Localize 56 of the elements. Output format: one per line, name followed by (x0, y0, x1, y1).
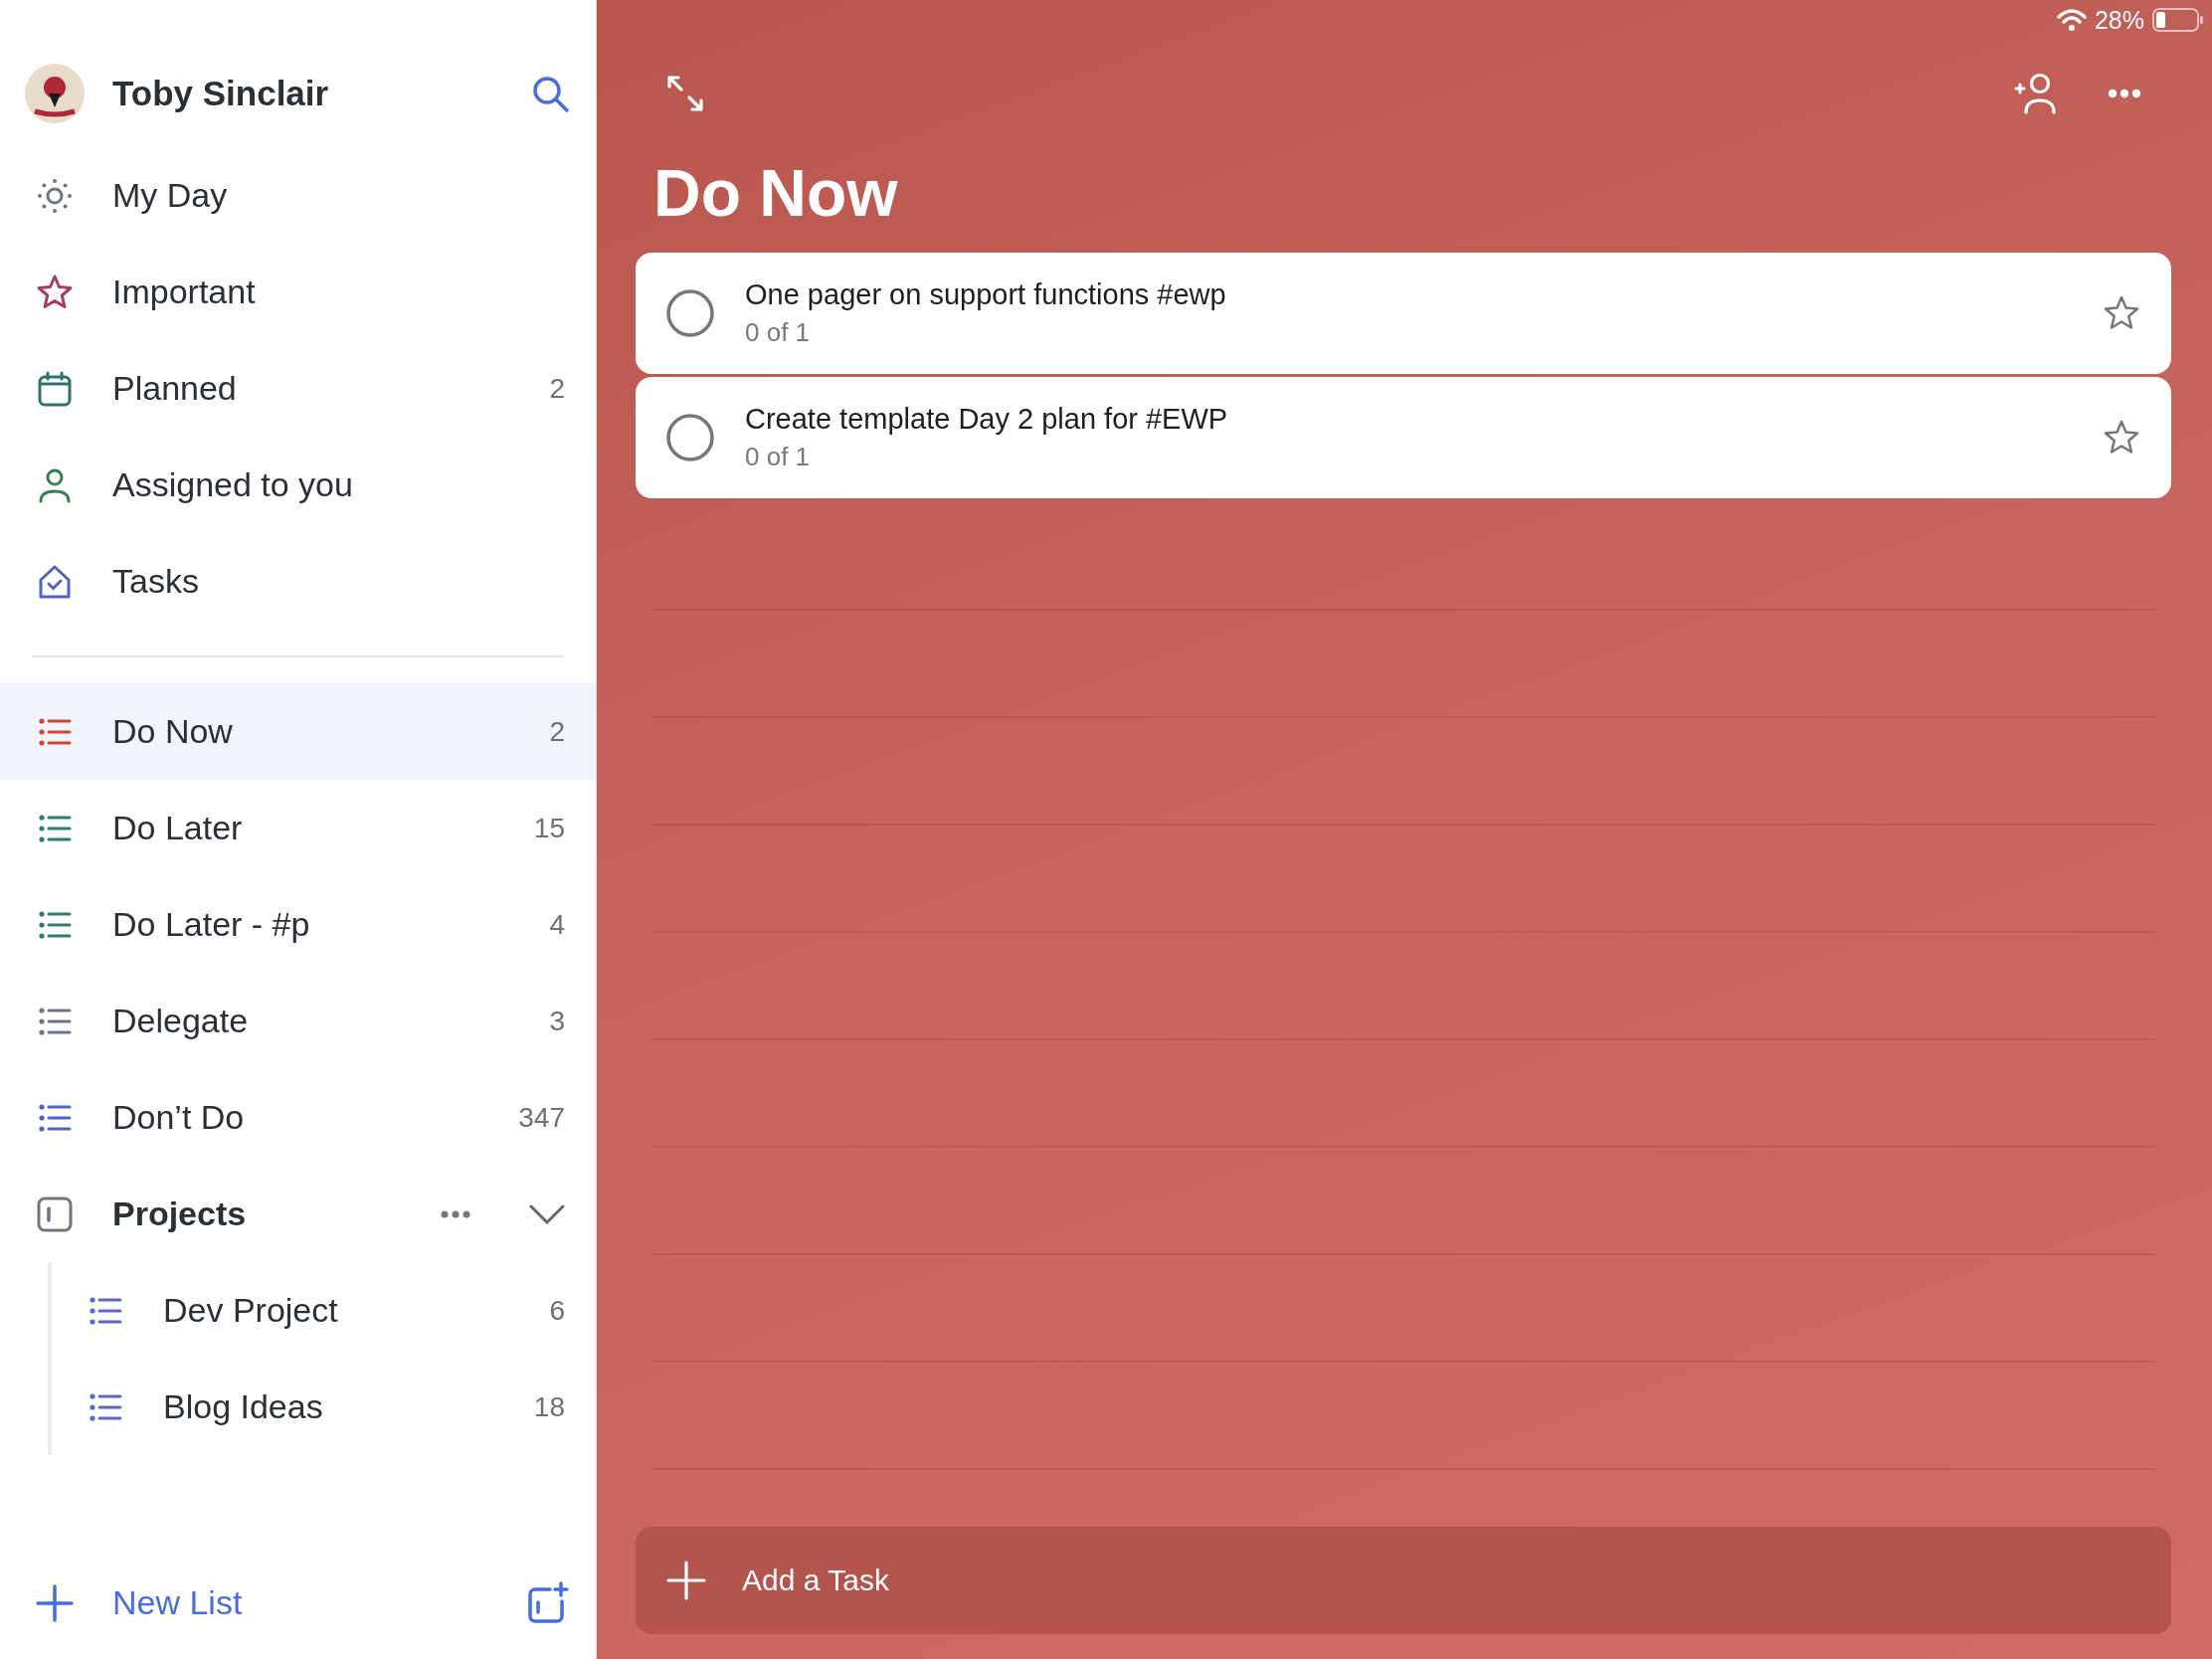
task-count: 6 (549, 1294, 565, 1327)
add-task-field[interactable]: Add a Task (636, 1527, 2171, 1634)
task-count: 18 (533, 1390, 565, 1423)
list-name: Do Later - #p (112, 905, 311, 944)
wifi-icon (2056, 8, 2087, 32)
complete-checkbox[interactable] (665, 413, 715, 462)
plus-icon[interactable] (35, 1582, 75, 1623)
list-item[interactable]: Blog Ideas 18 (52, 1359, 596, 1455)
nav-item[interactable]: Assigned to you (0, 437, 596, 533)
list-name: Do Now (112, 712, 234, 751)
add-person-icon[interactable] (2014, 73, 2058, 114)
list-name: Blog Ideas (163, 1387, 324, 1426)
nav-item[interactable]: Important (0, 244, 596, 340)
list-name: Planned (112, 369, 238, 408)
task-count: 15 (533, 812, 565, 844)
list-name: Do Later (112, 809, 244, 847)
task-count: 2 (549, 715, 565, 748)
search-icon[interactable] (530, 74, 570, 113)
task-title: Create template Day 2 plan for #EWP (745, 403, 1229, 436)
list-item[interactable]: Do Later - #p 4 (0, 876, 596, 973)
task-count: 3 (549, 1005, 565, 1037)
list-name: Important (112, 273, 257, 311)
task-title: One pager on support functions #ewp (745, 278, 1227, 311)
list-name: Dev Project (163, 1291, 339, 1330)
list-item[interactable]: Do Later 15 (0, 780, 596, 876)
expand-icon[interactable] (665, 74, 705, 113)
battery-percentage: 28% (2094, 5, 2144, 35)
avatar[interactable] (25, 64, 85, 123)
nav-item[interactable]: Tasks (0, 533, 596, 630)
chevron-down-icon[interactable] (529, 1202, 565, 1225)
list-name: Don’t Do (112, 1098, 246, 1137)
battery-icon (2152, 7, 2204, 33)
task-card[interactable]: One pager on support functions #ewp 0 of 1 (636, 253, 2171, 374)
subtask-count: 0 of 1 (745, 442, 812, 472)
list-item[interactable]: Delegate 3 (0, 973, 596, 1069)
list-item[interactable]: Don’t Do 347 (0, 1069, 596, 1166)
nav-item[interactable]: My Day (0, 147, 596, 244)
task-count: 2 (549, 372, 565, 405)
task-input[interactable]: Add a Task (742, 1564, 2141, 1597)
group-name[interactable]: Projects (112, 1195, 402, 1233)
list-name: My Day (112, 176, 229, 215)
list-item[interactable]: Do Now 2 (0, 683, 596, 780)
complete-checkbox[interactable] (665, 288, 715, 338)
list-item[interactable]: Dev Project 6 (52, 1262, 596, 1359)
list-name: Delegate (112, 1002, 250, 1040)
list-name: Assigned to you (112, 465, 354, 504)
nav-item[interactable]: Planned 2 (0, 340, 596, 437)
user-name[interactable]: Toby Sinclair (112, 74, 502, 113)
list-title: Do Now (652, 155, 899, 232)
task-count: 4 (549, 908, 565, 941)
more-icon[interactable] (2108, 88, 2141, 99)
task-card[interactable]: Create template Day 2 plan for #EWP 0 of 1 (636, 377, 2171, 498)
new-list-link[interactable]: New List (112, 1583, 486, 1622)
task-count: 347 (518, 1101, 565, 1134)
list-name: Tasks (112, 562, 200, 601)
subtask-count: 0 of 1 (745, 317, 812, 348)
